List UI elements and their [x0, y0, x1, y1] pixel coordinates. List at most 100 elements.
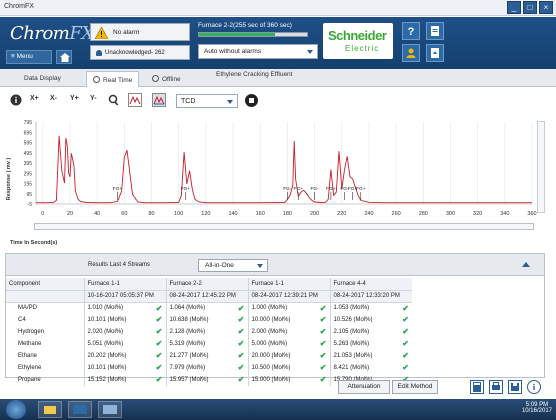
- column-date: 10-16-2017 05:05:37 PM: [83, 290, 166, 303]
- result-value: 10.500 (Mol%): [251, 365, 291, 371]
- check-icon: ✔: [237, 351, 245, 360]
- start-button[interactable]: [6, 400, 26, 419]
- run-progress-bar: [198, 32, 308, 37]
- chart-overlay-button[interactable]: [128, 93, 142, 107]
- result-cell: 2.105 (Mol%) ✔: [329, 326, 412, 338]
- result-cell: 20.202 (Mol%) ✔: [83, 350, 166, 362]
- table-row[interactable]: Ethylene 10.101 (Mol%) ✔ 7.979 (Mol%) ✔ 10.50…: [6, 362, 412, 374]
- app-task[interactable]: [98, 401, 122, 418]
- x-tick-label: 60: [121, 211, 127, 217]
- close-button[interactable]: ×: [539, 1, 553, 14]
- brand-name: Schneider: [328, 28, 387, 43]
- detector-select[interactable]: TCD: [176, 94, 238, 108]
- peak-label: FG+: [181, 186, 191, 192]
- window-title: ChromFX: [4, 3, 34, 10]
- tab-real-time[interactable]: Real Time: [86, 71, 140, 87]
- x-zoom-out-button[interactable]: X-: [50, 95, 57, 102]
- result-value: 7.979 (Mol%): [169, 365, 206, 371]
- report-button[interactable]: [426, 22, 444, 40]
- result-value: 1.053 (Mol%): [333, 305, 370, 312]
- clock-date: 10/16/2017: [521, 408, 552, 414]
- results-view-select[interactable]: All-in-One: [198, 259, 268, 272]
- x-tick-label: 20: [67, 211, 73, 217]
- y-zoom-out-button[interactable]: Y-: [90, 95, 97, 102]
- chart-compare-button[interactable]: [152, 93, 166, 107]
- result-value: 5.051 (Mol%): [87, 341, 124, 347]
- table-row[interactable]: C4 10.101 (Mol%) ✔ 10.638 (Mol%) ✔ 10.000 (Mo…: [6, 314, 412, 326]
- mode-select[interactable]: Auto without alarms: [198, 44, 318, 59]
- info-icon[interactable]: [10, 94, 22, 106]
- save-button[interactable]: [508, 380, 522, 394]
- results-view-value: All-in-One: [205, 262, 234, 269]
- y-tick-label: 595: [24, 141, 33, 147]
- menu-button[interactable]: ≡ Menu: [6, 50, 52, 64]
- result-value: 8.421 (Mol%): [333, 365, 370, 371]
- x-tick-label: 360: [527, 211, 536, 217]
- result-cell: 8.421 (Mol%) ✔: [329, 362, 412, 374]
- document-icon: [431, 26, 439, 36]
- result-cell: 5.319 (Mol%) ✔: [165, 338, 248, 350]
- chart-compare-icon: [153, 95, 165, 105]
- chart-horizontal-scrollbar[interactable]: [34, 223, 534, 230]
- maximize-button[interactable]: □: [523, 1, 537, 14]
- result-cell: 2.128 (Mol%) ✔: [165, 326, 248, 338]
- result-value: 15.152 (Mol%): [87, 377, 127, 383]
- system-clock[interactable]: 5:09 PM 10/16/2017: [522, 402, 552, 414]
- table-row[interactable]: Hydrogen 2.020 (Mol%) ✔ 2.128 (Mol%) ✔ 2.000 …: [6, 326, 412, 338]
- check-icon: ✔: [155, 363, 163, 372]
- user-button[interactable]: [402, 44, 420, 62]
- table-row[interactable]: Ethane 20.202 (Mol%) ✔ 21.277 (Mol%) ✔ 20.000…: [6, 350, 412, 362]
- unacknowledged-status[interactable]: Unacknowledged- 262: [90, 45, 190, 60]
- result-value: 2.105 (Mol%): [333, 329, 370, 335]
- app-logo: ChromFXTM: [10, 23, 102, 44]
- help-button[interactable]: ?: [402, 22, 420, 40]
- component-name: MA/PD: [18, 305, 38, 312]
- check-icon: ✔: [319, 315, 327, 324]
- svg-text:?: ?: [408, 26, 415, 38]
- attenuation-button[interactable]: Attenuation: [338, 380, 390, 394]
- alarm-status[interactable]: No alarm: [90, 23, 190, 41]
- chromfx-icon: [73, 405, 87, 414]
- x-tick-label: 0: [41, 211, 44, 217]
- x-zoom-in-button[interactable]: X+: [30, 95, 39, 102]
- chart-vertical-scrollbar[interactable]: [537, 121, 545, 213]
- collapse-icon[interactable]: [522, 262, 530, 267]
- result-value: 20.202 (Mol%): [87, 353, 127, 359]
- result-value: 21.053 (Mol%): [333, 353, 373, 359]
- print-button[interactable]: [489, 380, 503, 394]
- result-value: 10.101 (Mol%): [87, 365, 127, 371]
- chart-toolbar: X+ X- Y+ Y- TCD: [0, 88, 556, 114]
- y-tick-label: 495: [24, 151, 33, 157]
- check-icon: ✔: [402, 351, 409, 360]
- x-tick-label: 140: [228, 211, 237, 217]
- stop-button[interactable]: [245, 94, 258, 107]
- minimize-button[interactable]: _: [507, 1, 521, 14]
- info-button[interactable]: [527, 380, 541, 394]
- edit-method-button[interactable]: Edit Method: [392, 380, 438, 394]
- component-name: Methane: [18, 341, 42, 347]
- y-zoom-in-button[interactable]: Y+: [70, 95, 79, 102]
- column-date: [6, 290, 84, 303]
- zoom-reset-icon[interactable]: [108, 94, 120, 106]
- peak-label: FG-: [310, 186, 319, 192]
- column-header: Furnace 2-2: [165, 278, 248, 291]
- result-cell: 2.000 (Mol%) ✔: [247, 326, 330, 338]
- tab-bar: Data Display Real Time Offline Ethylene …: [0, 69, 556, 87]
- app-icon: [103, 405, 117, 414]
- table-row[interactable]: Methane 5.051 (Mol%) ✔ 5.319 (Mol%) ✔ 5.000 (…: [6, 338, 412, 350]
- chevron-down-icon: [307, 50, 313, 54]
- y-tick-label: 195: [24, 182, 33, 188]
- y-tick-label: 295: [24, 171, 33, 177]
- export-button[interactable]: [426, 44, 444, 62]
- tab-offline[interactable]: Offline: [146, 71, 187, 87]
- result-value: 2.000 (Mol%): [251, 329, 288, 335]
- explorer-task[interactable]: [38, 401, 62, 418]
- table-row[interactable]: MA/PD 1.010 (Mol%) ✔ 1.064 (Mol%) ✔ 1.000 (Mo…: [6, 302, 412, 314]
- check-icon: ✔: [237, 363, 245, 372]
- chromfx-task[interactable]: [68, 401, 92, 418]
- home-button[interactable]: [56, 50, 72, 64]
- x-tick-label: 120: [201, 211, 210, 217]
- tab-data-display[interactable]: Data Display: [18, 71, 67, 87]
- calculator-button[interactable]: [470, 380, 484, 394]
- y-tick-label: 695: [24, 130, 33, 136]
